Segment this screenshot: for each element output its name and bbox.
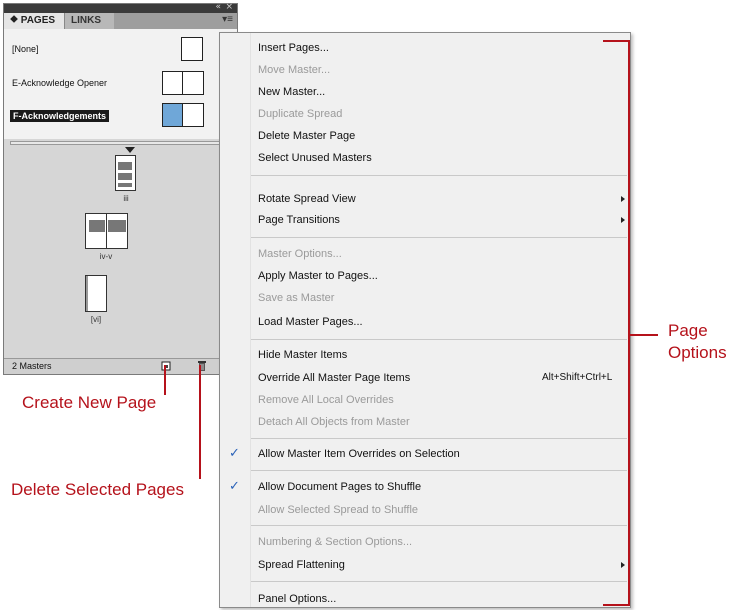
menu-item-new-master[interactable]: New Master...: [251, 81, 630, 103]
menu-item-spread-flattening[interactable]: Spread Flattening: [251, 554, 630, 576]
callout-page-options-line2: Options: [668, 343, 727, 362]
page-options-pointer: [629, 334, 658, 336]
callout-delete-selected-pages: Delete Selected Pages: [11, 480, 184, 499]
callout-line-create-page: [164, 365, 166, 395]
master-e-acknowledge-opener[interactable]: E-Acknowledge Opener: [4, 69, 237, 97]
panel-title-bar: « ×: [4, 2, 237, 13]
masters-section: [None] E-Acknowledge Opener F-Acknowledg…: [4, 29, 237, 139]
master-f-acknowledgements[interactable]: F-Acknowledgements: [4, 101, 237, 129]
callout-create-new-page: Create New Page: [22, 393, 157, 412]
menu-item-panel-options[interactable]: Panel Options...: [251, 588, 630, 610]
menu-separator: [251, 470, 627, 471]
menu-item-detach-all-objects: Detach All Objects from Master: [251, 411, 630, 433]
menu-separator: [251, 237, 627, 238]
master-thumbnail[interactable]: [181, 37, 203, 61]
masters-count: 2 Masters: [12, 361, 52, 371]
menu-item-label: Apply Master to Pages...: [258, 270, 378, 282]
menu-item-hide-master-items[interactable]: Hide Master Items: [251, 344, 630, 366]
menu-item-label: Remove All Local Overrides: [258, 394, 394, 406]
menu-item-load-master-pages[interactable]: Load Master Pages...: [251, 311, 630, 333]
menu-item-label: Allow Document Pages to Shuffle: [258, 481, 422, 493]
current-spread-indicator-icon: [125, 147, 135, 153]
panel-footer: 2 Masters: [4, 358, 237, 374]
menu-item-label: Detach All Objects from Master: [258, 416, 410, 428]
page-thumbnail-iii[interactable]: [115, 155, 136, 191]
check-icon: ✓: [229, 479, 240, 494]
pages-panel: « × ⯁ PAGES LINKS ▾≡ [None] E-Acknowledg…: [3, 2, 238, 375]
pages-section: iii iv-v [vi]: [4, 147, 237, 357]
menu-item-label: Allow Master Item Overrides on Selection: [258, 448, 460, 460]
submenu-arrow-icon: [621, 196, 625, 202]
menu-item-move-master: Move Master...: [251, 59, 630, 81]
menu-item-rotate-spread-view[interactable]: Rotate Spread View: [251, 188, 630, 210]
menu-item-insert-pages[interactable]: Insert Pages...: [251, 37, 630, 59]
menu-item-duplicate-spread: Duplicate Spread: [251, 103, 630, 125]
tab-pages[interactable]: ⯁ PAGES: [4, 13, 64, 29]
menu-item-allow-master-item-overrides[interactable]: ✓ Allow Master Item Overrides on Selectio…: [229, 443, 630, 465]
menu-item-select-unused-masters[interactable]: Select Unused Masters: [251, 147, 630, 169]
tab-links[interactable]: LINKS: [64, 13, 114, 29]
menu-item-override-all-master-page-items[interactable]: Override All Master Page Items Alt+Shift+…: [251, 367, 630, 389]
menu-item-shortcut: Alt+Shift+Ctrl+L: [542, 372, 613, 383]
menu-item-label: Select Unused Masters: [258, 152, 372, 164]
menu-item-page-transitions[interactable]: Page Transitions: [251, 209, 630, 231]
master-thumbnail[interactable]: [162, 103, 204, 127]
master-thumbnail[interactable]: [162, 71, 204, 95]
menu-separator: [251, 525, 627, 526]
menu-item-remove-all-local-overrides: Remove All Local Overrides: [251, 389, 630, 411]
submenu-arrow-icon: [621, 562, 625, 568]
menu-item-apply-master-to-pages[interactable]: Apply Master to Pages...: [251, 265, 630, 287]
check-icon: ✓: [229, 446, 240, 461]
master-label: E-Acknowledge Opener: [12, 78, 108, 88]
menu-separator: [251, 438, 627, 439]
menu-item-label: New Master...: [258, 86, 326, 98]
menu-item-label: Page Transitions: [258, 214, 340, 226]
page-options-bracket-bottom: [603, 604, 629, 606]
master-none[interactable]: [None]: [4, 35, 237, 63]
menu-item-label: Hide Master Items: [258, 349, 348, 361]
section-divider[interactable]: [10, 141, 230, 145]
menu-item-label: Master Options...: [258, 248, 342, 260]
page-label: iii: [123, 194, 129, 203]
menu-item-label: Move Master...: [258, 64, 331, 76]
callout-line-delete-pages: [199, 365, 201, 479]
panel-menu-icon[interactable]: ▾≡: [222, 14, 233, 25]
menu-separator: [251, 581, 627, 582]
menu-item-label: Override All Master Page Items: [258, 372, 411, 384]
new-page-icon[interactable]: [161, 361, 171, 371]
menu-item-allow-selected-spread-to-shuffle: Allow Selected Spread to Shuffle: [251, 499, 630, 521]
menu-item-label: Allow Selected Spread to Shuffle: [258, 504, 419, 516]
menu-separator: [251, 339, 627, 340]
submenu-arrow-icon: [621, 217, 625, 223]
menu-item-label: Duplicate Spread: [258, 108, 343, 120]
menu-item-label: Numbering & Section Options...: [258, 536, 413, 548]
page-options-bracket-top: [603, 40, 629, 42]
menu-item-label: Insert Pages...: [258, 42, 329, 54]
master-label: F-Acknowledgements: [10, 110, 110, 122]
menu-item-save-as-master: Save as Master: [251, 287, 630, 309]
page-label: [vi]: [90, 315, 102, 324]
collapse-icon[interactable]: «: [215, 2, 221, 12]
close-icon[interactable]: ×: [225, 2, 233, 12]
menu-item-delete-master-page[interactable]: Delete Master Page: [251, 125, 630, 147]
menu-item-master-options: Master Options...: [251, 243, 630, 265]
page-label: iv-v: [99, 252, 113, 261]
page-thumbnail-iv-v[interactable]: [85, 213, 128, 249]
menu-item-label: Delete Master Page: [258, 130, 356, 142]
panel-flyout-menu: Insert Pages... Move Master... New Maste…: [219, 32, 631, 608]
master-label: [None]: [12, 44, 39, 54]
menu-item-label: Save as Master: [258, 292, 335, 304]
menu-item-numbering-section-options: Numbering & Section Options...: [251, 531, 630, 553]
menu-separator: [251, 175, 627, 176]
panel-tab-bar: ⯁ PAGES LINKS ▾≡: [4, 13, 237, 29]
menu-item-allow-document-pages-to-shuffle[interactable]: ✓ Allow Document Pages to Shuffle: [229, 476, 630, 498]
callout-page-options-line1: Page: [668, 321, 708, 340]
menu-item-label: Panel Options...: [258, 593, 337, 605]
menu-item-label: Spread Flattening: [258, 559, 345, 571]
page-thumbnail-vi[interactable]: [85, 275, 107, 312]
menu-item-label: Load Master Pages...: [258, 316, 363, 328]
page-options-bracket: [628, 40, 630, 606]
menu-check-gutter: [220, 33, 251, 607]
menu-item-label: Rotate Spread View: [258, 193, 356, 205]
